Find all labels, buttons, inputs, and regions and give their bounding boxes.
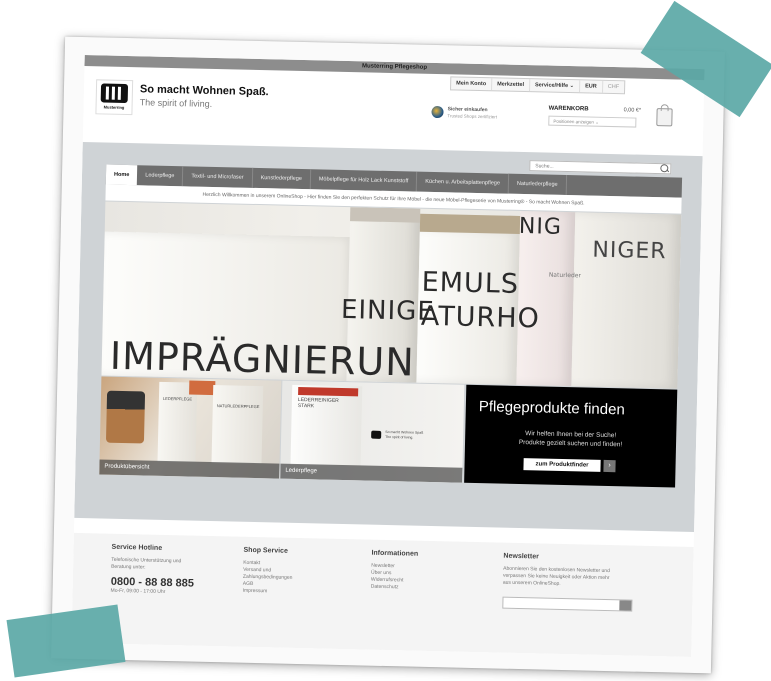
cart-label[interactable]: WARENKORB (549, 106, 589, 113)
tile2-logo-icon (371, 430, 382, 439)
tape-bottom-left (6, 604, 126, 678)
wishlist-link[interactable]: Merkzettel (491, 78, 531, 92)
trust-subtitle: Trusted Shops zertifiziert (447, 113, 498, 120)
nav-home[interactable]: Home (105, 164, 138, 186)
footer-shop-service: Shop Service Kontakt Versand und Zahlung… (243, 547, 294, 596)
newsletter-email-input[interactable] (502, 596, 633, 612)
currency-chf[interactable]: CHF (603, 81, 625, 93)
newsletter-submit-button[interactable] (619, 600, 632, 611)
footer: Service Hotline Telefonische Unterstützu… (71, 532, 694, 657)
hero-banner[interactable]: IMPRÄGNIERUN EINIGE EMULS ATURHO NIG NIG… (101, 201, 682, 389)
newsletter-title: Newsletter (503, 552, 539, 561)
chevron-right-icon[interactable]: › (603, 459, 616, 473)
produktfinder-button[interactable]: zum Produktfinder (523, 458, 601, 472)
hero-text-niger-b: NIGER (592, 237, 667, 265)
hotline-title: Service Hotline (111, 543, 163, 552)
logo-text: Musterring (103, 104, 125, 110)
tagline-secondary: The spirit of living. (139, 97, 213, 109)
brush-image (105, 390, 146, 444)
cart-positions-select[interactable]: Positionen anzeigen ⌄ (548, 115, 637, 128)
tile2-label: LEDERREINIGER STARK (297, 396, 339, 410)
shop-service-title: Shop Service (243, 546, 288, 555)
tile1-label-b: NATURLEDERPFLEGE (216, 403, 260, 410)
nav-kuechen-arbeitsplatten[interactable]: Küchen u. Arbeitsplattenpflege (417, 171, 510, 194)
shopping-bag-icon[interactable] (656, 108, 673, 127)
hotline-line: Beratung unter: (111, 563, 146, 571)
nav-moebelpflege[interactable]: Möbelpflege für Holz Lack Kunststoff (310, 169, 418, 192)
footer-informationen: Informationen Newsletter Über uns Widerr… (371, 550, 419, 592)
informationen-title: Informationen (371, 549, 419, 558)
nav-naturlederpflege[interactable]: Naturlederpflege (508, 173, 567, 196)
hero-text-naturholz: ATURHO (420, 300, 541, 335)
hero-text-niger-a: NIG (518, 213, 563, 240)
search-icon[interactable] (660, 164, 669, 173)
trust-title: Sicher einkaufen (447, 106, 488, 114)
brand-logo[interactable]: Musterring (95, 79, 134, 116)
trusted-shops-icon[interactable] (431, 105, 444, 119)
tile-produktfinder: Pflegeprodukte finden Wir helfen Ihnen b… (464, 384, 678, 488)
photo-frame: Musterring Pflegeshop Musterring So mach… (51, 36, 725, 674)
hero-text-emulsion: EMULS (421, 266, 520, 300)
tile-produktuebersicht[interactable]: LEDERPFLEGE NATURLEDERPFLEGE Produktüber… (99, 376, 282, 479)
hero-text-naturleder: Naturleder (548, 271, 582, 280)
currency-eur[interactable]: EUR (580, 80, 603, 93)
footer-hotline: Service Hotline Telefonische Unterstützu… (110, 543, 195, 597)
my-account-link[interactable]: Mein Konto (451, 77, 493, 91)
nav-textil-microfaser[interactable]: Textil- und Microfaser (183, 166, 253, 188)
nav-kunstlederpflege[interactable]: Kunstlederpflege (252, 167, 312, 190)
browser-screen: Musterring Pflegeshop Musterring So mach… (71, 55, 705, 657)
logo-mark-icon (100, 83, 129, 104)
footer-link-datenschutz[interactable]: Datenschutz (371, 584, 418, 592)
finder-title: Pflegeprodukte finden (478, 398, 625, 419)
footer-link-impressum[interactable]: Impressum (243, 588, 293, 596)
service-help-menu[interactable]: Service/Hilfe ⌄ (529, 79, 581, 93)
nav-lederpflege[interactable]: Lederpflege (137, 165, 184, 187)
tile-lederpflege[interactable]: LEDERREINIGER STARK So macht Wohnen Spaß… (280, 380, 465, 483)
tagline-primary: So macht Wohnen Spaß. (139, 83, 269, 99)
footer-newsletter: Newsletter Abonnieren Sie den kostenlose… (502, 553, 633, 612)
cart-amount: 0,00 €* (623, 107, 642, 114)
tile2-logo-text: So macht Wohnen Spaß The spirit of livin… (385, 429, 424, 440)
tile1-label-a: LEDERPFLEGE (162, 395, 193, 402)
window-title: Musterring Pflegeshop (84, 55, 705, 81)
top-links-bar: Mein Konto Merkzettel Service/Hilfe ⌄ EU… (450, 76, 626, 95)
